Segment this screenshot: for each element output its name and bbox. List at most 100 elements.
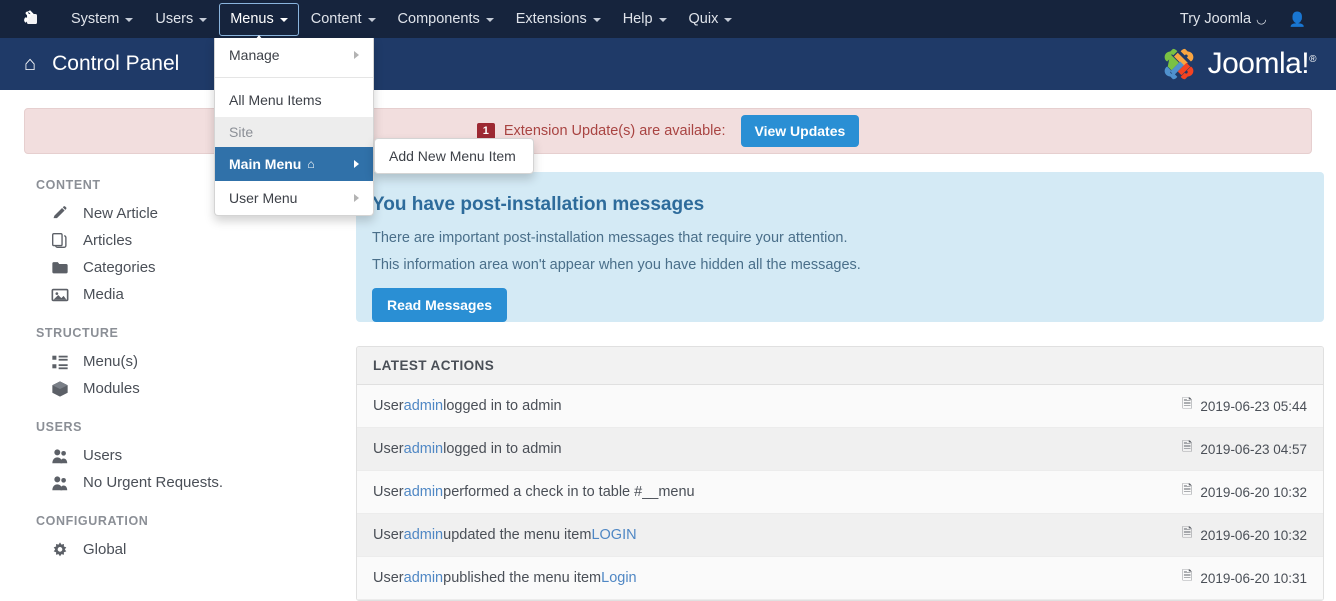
chevron-down-icon xyxy=(368,18,376,22)
dropdown-item-user-menu[interactable]: User Menu xyxy=(215,181,373,215)
nav-item-menus[interactable]: Menus xyxy=(219,3,299,36)
dropdown-item-label-wrap: Main Menu ⌂ xyxy=(229,155,315,173)
chevron-right-icon xyxy=(354,160,359,168)
nav-label: Components xyxy=(398,11,480,28)
chevron-right-icon xyxy=(354,194,359,202)
users-icon xyxy=(50,446,69,465)
timestamp-text: 2019-06-20 10:31 xyxy=(1200,571,1307,586)
calendar-icon: 🗎 xyxy=(1182,567,1192,589)
user-link[interactable]: admin xyxy=(404,527,444,543)
action-text-pre: User xyxy=(373,398,404,414)
user-link[interactable]: admin xyxy=(404,441,444,457)
table-row[interactable]: User admin published the menu item Login… xyxy=(357,557,1323,600)
nav-label: Help xyxy=(623,11,653,28)
action-text-pre: User xyxy=(373,484,404,500)
cube-icon xyxy=(50,379,69,398)
read-messages-button[interactable]: Read Messages xyxy=(372,288,507,322)
timestamp-text: 2019-06-23 04:57 xyxy=(1200,442,1307,457)
nav-item-users[interactable]: Users xyxy=(144,3,218,36)
nav-item-extensions[interactable]: Extensions xyxy=(505,3,612,36)
chevron-down-icon xyxy=(724,18,732,22)
users-icon xyxy=(50,473,69,492)
nav-item-content[interactable]: Content xyxy=(300,3,387,36)
action-description: User admin updated the menu item LOGIN xyxy=(373,527,637,543)
sidebar-item-no-urgent-requests[interactable]: No Urgent Requests. xyxy=(36,469,330,496)
action-description: User admin logged in to admin xyxy=(373,441,562,457)
alert-content: 1 Extension Update(s) are available: Vie… xyxy=(477,115,860,147)
folder-icon xyxy=(50,258,69,277)
dropdown-item-label: Manage xyxy=(229,46,280,64)
action-timestamp: 🗎 2019-06-23 04:57 xyxy=(1182,438,1307,460)
chevron-down-icon xyxy=(659,18,667,22)
sidebar-item-media[interactable]: Media xyxy=(36,281,330,308)
user-link[interactable]: admin xyxy=(404,570,444,586)
image-icon xyxy=(50,285,69,304)
nav-item-help[interactable]: Help xyxy=(612,3,678,36)
joomla-brand-icon xyxy=(1159,44,1199,84)
action-description: User admin performed a check in to table… xyxy=(373,484,695,500)
action-description: User admin logged in to admin xyxy=(373,398,562,414)
chevron-down-icon xyxy=(486,18,494,22)
home-icon: ⌂ xyxy=(24,54,36,74)
nav-label: System xyxy=(71,11,119,28)
timestamp-text: 2019-06-23 05:44 xyxy=(1200,399,1307,414)
dropdown-item-main-menu[interactable]: Main Menu ⌂ xyxy=(215,147,373,181)
page-title-group: ⌂ Control Panel xyxy=(24,52,179,76)
table-row[interactable]: User admin logged in to admin 🗎 2019-06-… xyxy=(357,385,1323,428)
action-text-pre: User xyxy=(373,441,404,457)
sidebar-item-modules[interactable]: Modules xyxy=(36,375,330,402)
item-link[interactable]: Login xyxy=(601,570,636,586)
main-menu-bar: System Users Menus Content Components Ex… xyxy=(60,0,743,38)
alert-message: Extension Update(s) are available: xyxy=(504,123,726,139)
external-link-icon: ◡ xyxy=(1256,12,1266,26)
chevron-down-icon xyxy=(199,18,207,22)
table-row[interactable]: User admin performed a check in to table… xyxy=(357,471,1323,514)
dropdown-item-manage[interactable]: Manage xyxy=(215,38,373,72)
dropdown-item-label: Main Menu xyxy=(229,155,301,173)
action-description: User admin published the menu item Login xyxy=(373,570,637,586)
sidebar-item-users[interactable]: Users xyxy=(36,442,330,469)
calendar-icon: 🗎 xyxy=(1182,438,1192,460)
nav-item-components[interactable]: Components xyxy=(387,3,505,36)
calendar-icon: 🗎 xyxy=(1182,395,1192,417)
action-timestamp: 🗎 2019-06-20 10:31 xyxy=(1182,567,1307,589)
action-timestamp: 🗎 2019-06-20 10:32 xyxy=(1182,481,1307,503)
sidebar-section-structure: STRUCTURE xyxy=(36,326,330,340)
nav-label: Menus xyxy=(230,11,274,28)
post-install-line-1: There are important post-installation me… xyxy=(372,230,1324,246)
nav-item-quix[interactable]: Quix xyxy=(678,3,744,36)
nav-label: Quix xyxy=(689,11,719,28)
sidebar-item-label: Articles xyxy=(83,232,132,249)
chevron-down-icon xyxy=(125,18,133,22)
sidebar-item-label: Categories xyxy=(83,259,156,276)
sidebar-item-articles[interactable]: Articles xyxy=(36,227,330,254)
view-updates-button[interactable]: View Updates xyxy=(741,115,860,147)
user-menu-button[interactable]: 👤 xyxy=(1273,3,1320,36)
table-row[interactable]: User admin logged in to admin 🗎 2019-06-… xyxy=(357,428,1323,471)
table-row[interactable]: User admin updated the menu item LOGIN 🗎… xyxy=(357,514,1323,557)
item-link[interactable]: LOGIN xyxy=(591,527,636,543)
sidebar-item-categories[interactable]: Categories xyxy=(36,254,330,281)
sidebar-item-menus[interactable]: Menu(s) xyxy=(36,348,330,375)
sidebar-item-global[interactable]: Global xyxy=(36,536,330,563)
dropdown-item-all-menu-items[interactable]: All Menu Items xyxy=(215,83,373,117)
try-joomla-link[interactable]: Try Joomla ◡ xyxy=(1180,11,1267,27)
latest-actions-header: LATEST ACTIONS xyxy=(357,347,1323,385)
home-icon: ⌂ xyxy=(307,155,314,173)
chevron-down-icon xyxy=(280,18,288,22)
top-right-actions: Try Joomla ◡ 👤 xyxy=(1180,3,1336,36)
sidebar-section-configuration: CONFIGURATION xyxy=(36,514,330,528)
submenu-item-add-new-menu-item[interactable]: Add New Menu Item xyxy=(375,139,533,173)
action-text-post: logged in to admin xyxy=(443,398,562,414)
user-link[interactable]: admin xyxy=(404,398,444,414)
user-link[interactable]: admin xyxy=(404,484,444,500)
nav-label: Extensions xyxy=(516,11,587,28)
post-install-line-2: This information area won't appear when … xyxy=(372,257,1324,273)
joomla-logo-icon[interactable] xyxy=(22,9,42,29)
nav-item-system[interactable]: System xyxy=(60,3,144,36)
action-text-pre: User xyxy=(373,527,404,543)
list-icon xyxy=(50,352,69,371)
sidebar-item-label: No Urgent Requests. xyxy=(83,474,223,491)
sidebar-item-label: Modules xyxy=(83,380,140,397)
nav-label: Users xyxy=(155,11,193,28)
